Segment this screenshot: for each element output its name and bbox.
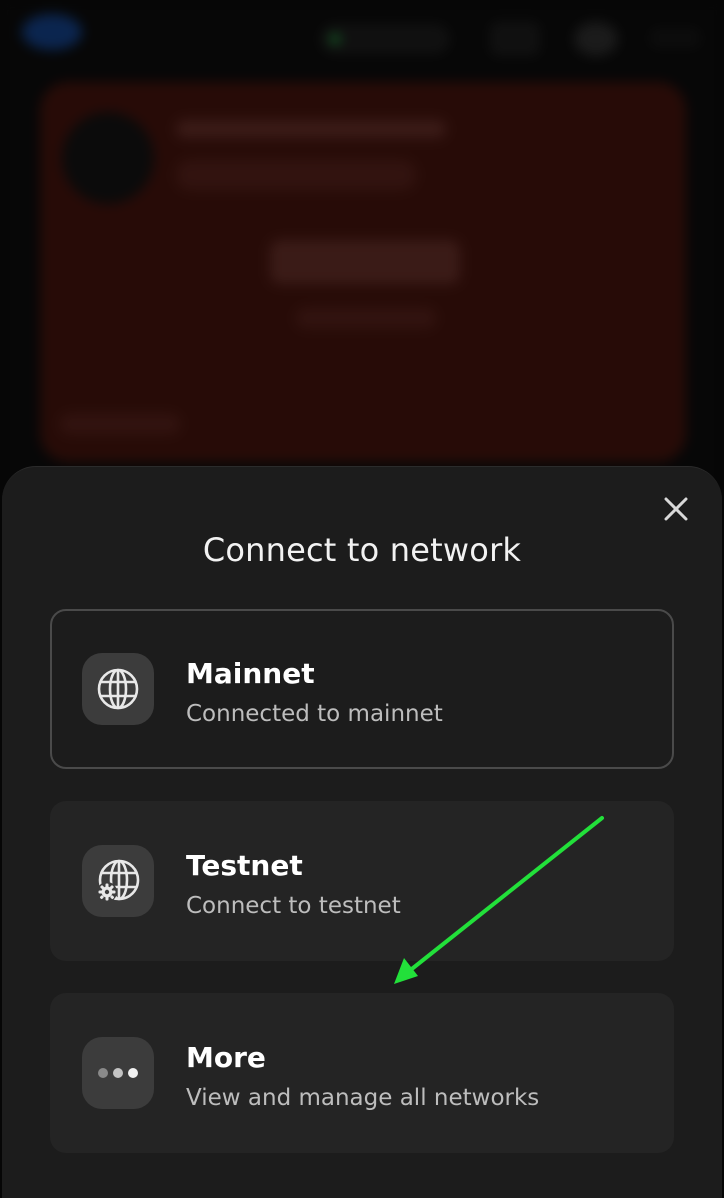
network-option-more[interactable]: More View and manage all networks bbox=[50, 993, 674, 1153]
globe-gear-icon bbox=[82, 845, 154, 917]
network-option-mainnet[interactable]: Mainnet Connected to mainnet bbox=[50, 609, 674, 769]
more-dots-icon bbox=[82, 1037, 154, 1109]
option-subtitle: Connected to mainnet bbox=[186, 701, 443, 727]
network-option-testnet[interactable]: Testnet Connect to testnet bbox=[50, 801, 674, 961]
option-title: Mainnet bbox=[186, 657, 315, 690]
option-subtitle: View and manage all networks bbox=[186, 1085, 540, 1111]
option-title: Testnet bbox=[186, 849, 303, 882]
connect-network-sheet: Connect to network Mainnet Connected to … bbox=[2, 466, 722, 1198]
option-title: More bbox=[186, 1041, 266, 1074]
sheet-title: Connect to network bbox=[202, 531, 522, 569]
close-icon bbox=[664, 497, 688, 521]
close-button[interactable] bbox=[662, 495, 690, 523]
option-subtitle: Connect to testnet bbox=[186, 893, 401, 919]
globe-icon bbox=[82, 653, 154, 725]
